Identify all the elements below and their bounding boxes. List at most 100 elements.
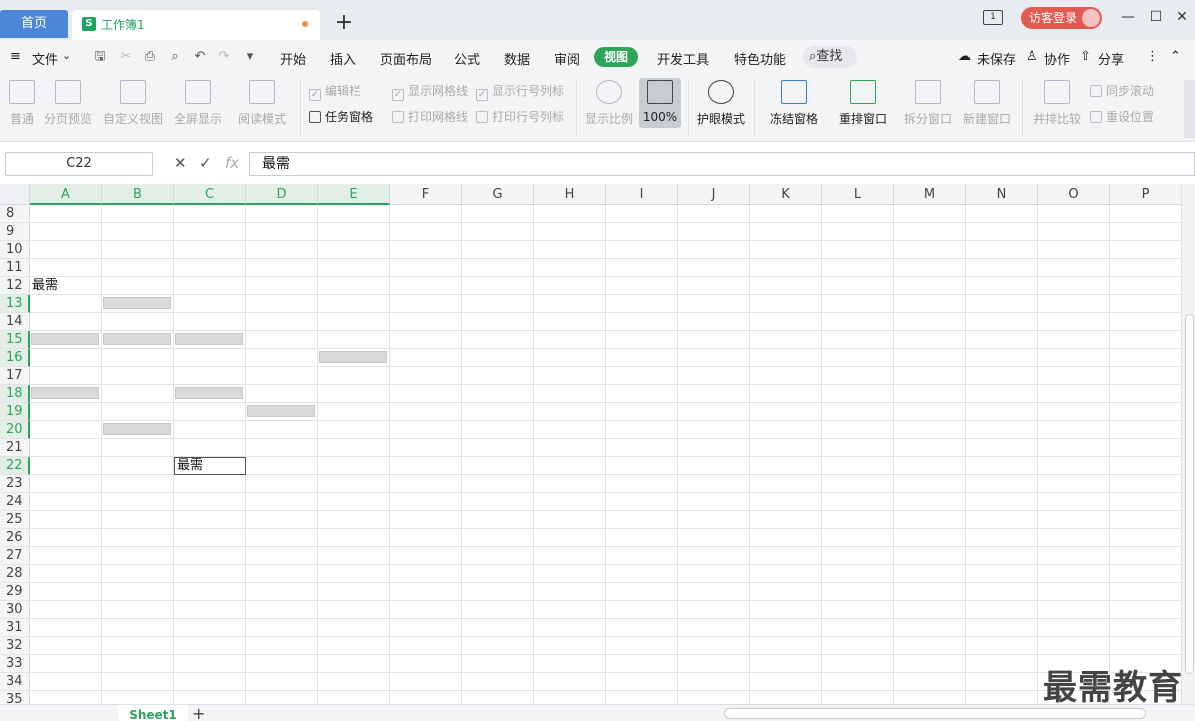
cancel-icon[interactable]: ✕ [174,154,187,172]
row-header-27[interactable]: 27 [0,547,30,565]
format-painter-icon[interactable]: ✂ [118,49,134,65]
filled-cell-b13[interactable] [103,297,171,309]
row-header-23[interactable]: 23 [0,475,30,493]
page-preview-button[interactable]: 分页预览 [42,80,94,127]
filled-cell-a18[interactable] [31,387,99,399]
row-header-24[interactable]: 24 [0,493,30,511]
zoom-ratio-button[interactable]: 显示比例 [583,80,635,127]
row-header-30[interactable]: 30 [0,601,30,619]
filled-cell-a15[interactable] [31,333,99,345]
row-header-20[interactable]: 20 [0,421,30,439]
print-preview-icon[interactable]: ⌕ [167,49,183,65]
freeze-panes-button[interactable]: 冻结窗格 [764,80,824,127]
row-header-33[interactable]: 33 [0,655,30,673]
row-header-17[interactable]: 17 [0,367,30,385]
full-screen-button[interactable]: 全屏显示 [172,80,224,127]
formula-input[interactable]: 最需 [249,152,1195,176]
row-header-32[interactable]: 32 [0,637,30,655]
chevron-down-icon[interactable]: ⌄ [62,49,71,62]
collapse-ribbon-icon[interactable]: ⌃ [1170,49,1181,64]
menu-page-layout[interactable]: 页面布局 [380,49,432,68]
column-header-e[interactable]: E [318,184,390,205]
filled-cell-c18[interactable] [175,387,243,399]
row-header-9[interactable]: 9 [0,223,30,241]
column-header-p[interactable]: P [1110,184,1181,205]
guest-login-button[interactable]: 访客登录 [1021,7,1102,29]
new-window-button[interactable]: 新建窗口 [960,80,1014,127]
menu-review[interactable]: 审阅 [554,49,580,68]
filled-cell-d19[interactable] [247,405,315,417]
row-header-25[interactable]: 25 [0,511,30,529]
menu-data[interactable]: 数据 [504,49,530,68]
row-header-31[interactable]: 31 [0,619,30,637]
more-icon[interactable]: ⋮ [1146,49,1159,64]
show-grid-checkbox[interactable]: ✓ 显示网格线 [392,82,468,101]
custom-view-button[interactable]: 自定义视图 [102,80,164,127]
maximize-button[interactable]: ☐ [1146,6,1166,28]
column-header-l[interactable]: L [822,184,894,205]
arrange-windows-button[interactable]: 重排窗口 [833,80,893,127]
row-header-14[interactable]: 14 [0,313,30,331]
side-by-side-button[interactable]: 并排比较 [1030,80,1084,127]
add-sheet-button[interactable]: + [192,704,205,721]
sync-scroll-button[interactable]: 同步滚动 [1090,82,1154,99]
row-header-11[interactable]: 11 [0,259,30,277]
filled-cell-c15[interactable] [175,333,243,345]
window-switch-icon[interactable]: 1 [983,10,1003,25]
menu-insert[interactable]: 插入 [330,49,356,68]
normal-view-button[interactable]: 普通 [6,80,38,127]
task-pane-checkbox[interactable]: 任务窗格 [309,108,373,125]
hamburger-icon[interactable]: ≡ [10,49,21,64]
row-header-22[interactable]: 22 [0,457,30,475]
menu-formula[interactable]: 公式 [454,49,480,68]
qa-dropdown-icon[interactable]: ▾ [242,49,258,65]
row-header-13[interactable]: 13 [0,295,30,313]
select-all-corner[interactable] [0,184,30,205]
collab-button[interactable]: 协作 [1044,49,1070,68]
unsaved-status[interactable]: 未保存 [977,49,1016,68]
row-header-28[interactable]: 28 [0,565,30,583]
ribbon-scroll-right[interactable] [1184,80,1195,138]
find-button[interactable]: ⌕查找 [803,46,857,68]
split-window-button[interactable]: 拆分窗口 [901,80,955,127]
row-header-35[interactable]: 35 [0,691,30,704]
menu-developer[interactable]: 开发工具 [657,49,709,68]
filled-cell-b15[interactable] [103,333,171,345]
row-header-15[interactable]: 15 [0,331,30,349]
column-header-n[interactable]: N [966,184,1038,205]
filled-cell-e16[interactable] [319,351,387,363]
close-button[interactable]: ✕ [1172,6,1192,28]
eye-mode-button[interactable]: 护眼模式 [694,80,748,127]
undo-icon[interactable]: ↶ [192,49,208,65]
confirm-icon[interactable]: ✓ [199,154,212,172]
sheet-tab-sheet1[interactable]: Sheet1 [118,705,188,721]
column-header-j[interactable]: J [678,184,750,205]
menu-home[interactable]: 开始 [280,49,306,68]
column-header-k[interactable]: K [750,184,822,205]
new-tab-button[interactable]: + [334,11,354,35]
row-header-21[interactable]: 21 [0,439,30,457]
workbook-tab[interactable]: S 工作簿1 [72,10,320,40]
print-icon[interactable]: ⎙ [142,49,158,65]
edit-bar-checkbox[interactable]: ✓ 编辑栏 [309,82,361,101]
reset-position-button[interactable]: 重设位置 [1090,108,1154,125]
vertical-scrollbar[interactable] [1181,184,1195,704]
filled-cell-b20[interactable] [103,423,171,435]
active-cell-c22[interactable]: 最需 [174,457,246,475]
redo-icon[interactable]: ↷ [216,49,232,65]
column-header-i[interactable]: I [606,184,678,205]
save-icon[interactable]: 🖫 [92,49,108,65]
name-box[interactable]: C22 [5,152,153,176]
share-button[interactable]: 分享 [1098,49,1124,68]
row-header-26[interactable]: 26 [0,529,30,547]
menu-features[interactable]: 特色功能 [734,49,786,68]
row-header-8[interactable]: 8 [0,205,30,223]
cell-area[interactable]: 最需 最需 [30,205,1181,704]
print-grid-checkbox[interactable]: 打印网格线 [392,108,468,125]
row-header-34[interactable]: 34 [0,673,30,691]
home-tab[interactable]: 首页 [0,10,68,38]
print-headers-checkbox[interactable]: 打印行号列标 [476,108,564,125]
row-header-12[interactable]: 12 [0,277,30,295]
horizontal-scrollbar[interactable] [724,708,1146,719]
column-header-o[interactable]: O [1038,184,1110,205]
